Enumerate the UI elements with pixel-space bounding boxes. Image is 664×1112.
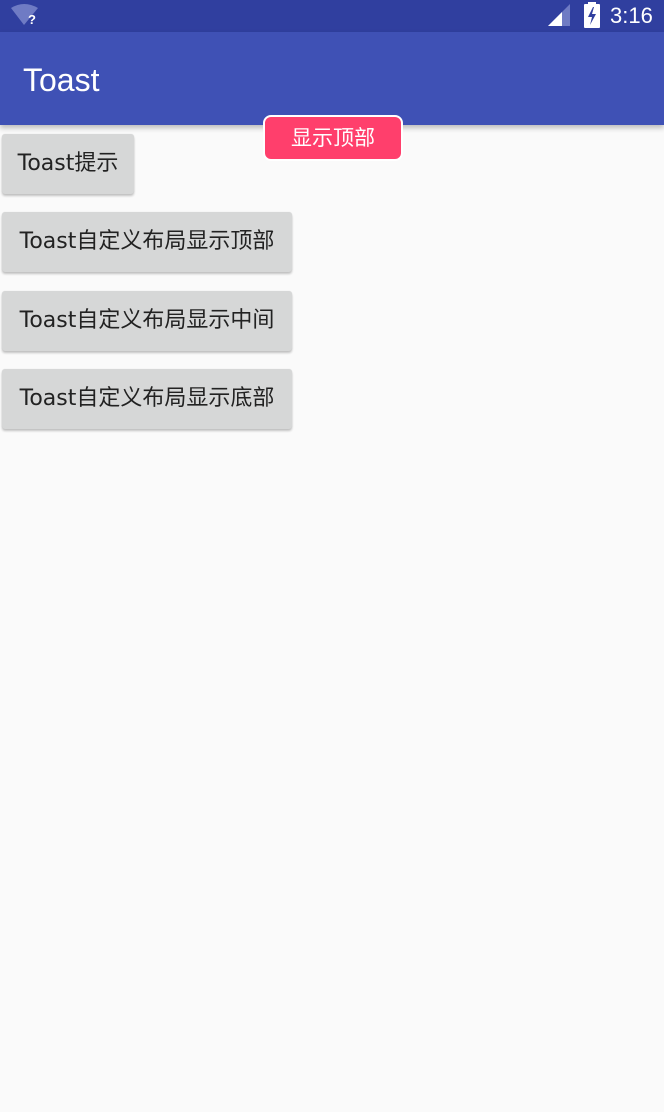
- status-clock: 3:16: [610, 3, 653, 28]
- app-bar: Toast: [0, 32, 664, 125]
- app-title: Toast: [23, 62, 100, 98]
- toast-message: 显示顶部: [263, 115, 403, 161]
- screen: ? 3:16 Toast Toast提示 Toast自定义布局显示顶部 Toas…: [0, 0, 664, 1112]
- battery-charging-icon: [584, 2, 600, 28]
- cell-signal-icon: [548, 4, 570, 26]
- custom-toast-bottom-button[interactable]: Toast自定义布局显示底部: [2, 369, 292, 429]
- status-bar: ? 3:16: [0, 0, 664, 32]
- wifi-unknown-icon: ?: [11, 4, 38, 27]
- custom-toast-center-button[interactable]: Toast自定义布局显示中间: [2, 291, 292, 351]
- svg-text:?: ?: [28, 12, 36, 27]
- toast-button[interactable]: Toast提示: [2, 134, 134, 194]
- custom-toast-top-button[interactable]: Toast自定义布局显示顶部: [2, 212, 292, 272]
